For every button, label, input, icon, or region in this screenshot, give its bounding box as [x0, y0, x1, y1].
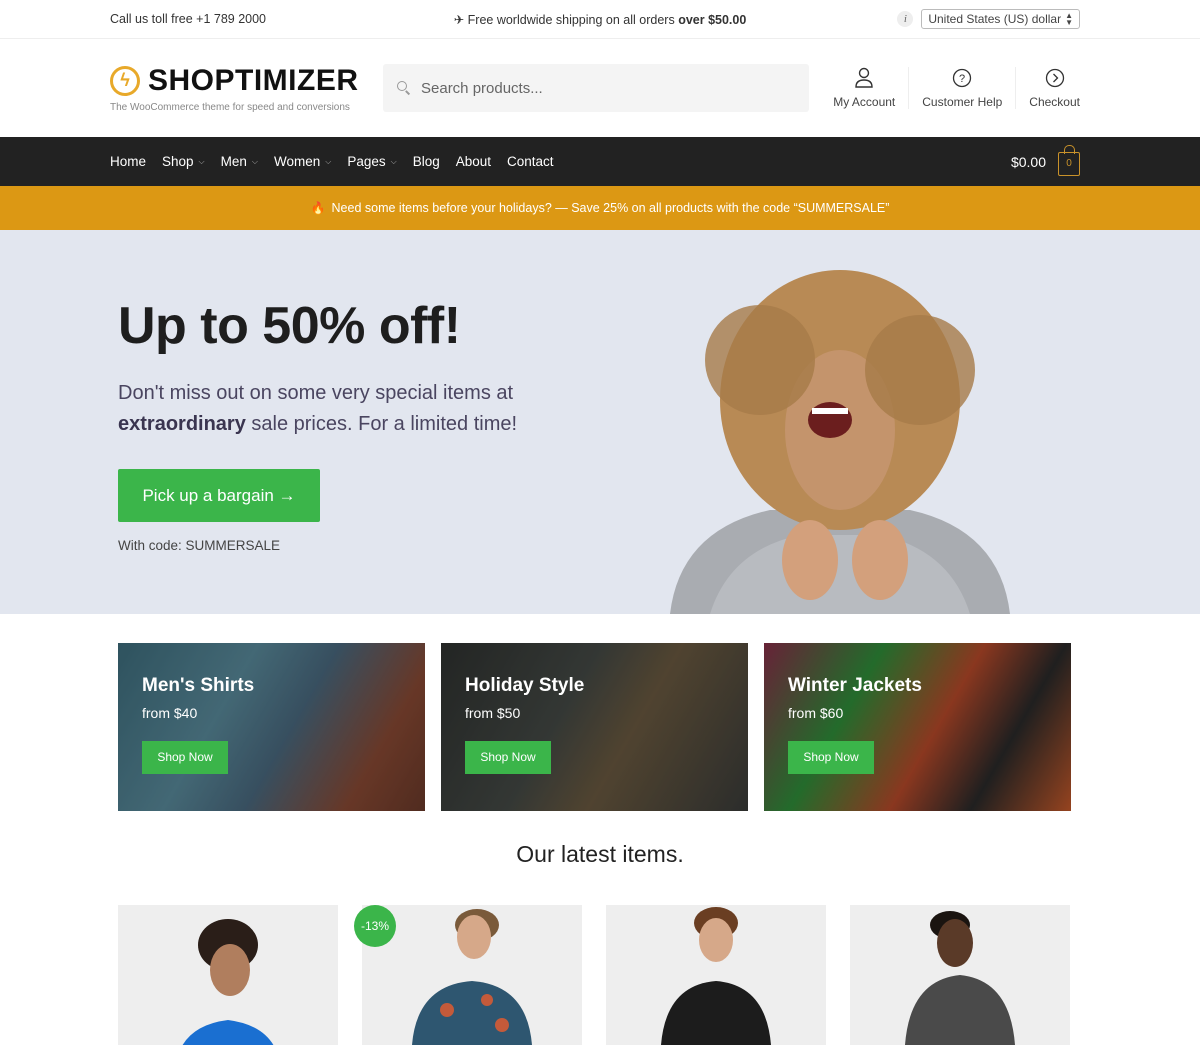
info-icon[interactable]: i	[897, 11, 914, 27]
category-price: from $50	[465, 705, 521, 721]
nav-item-women[interactable]: Women ⌵	[274, 154, 331, 169]
chevron-down-icon: ⌵	[251, 156, 258, 166]
logo-text: SHOPTIMIZER	[148, 63, 359, 97]
customer-help-label: Customer Help	[922, 95, 1003, 109]
cart-total: $0.00	[1010, 153, 1046, 170]
nav-item-contact[interactable]: Contact	[507, 154, 554, 169]
phone-text: Call us toll free +1 789 2000	[110, 12, 267, 26]
category-card-mens-shirts[interactable]: Men's Shirts from $40 Shop Now	[118, 643, 425, 811]
product-card[interactable]	[118, 905, 338, 1045]
promo-banner: 🔥 Need some items before your holidays? …	[0, 186, 1200, 230]
nav-label: Pages	[347, 154, 386, 169]
category-price: from $40	[142, 705, 198, 721]
nav-label: Contact	[507, 154, 554, 169]
lightning-bolt-icon: ϟ	[110, 65, 140, 96]
hero-code-text: With code: SUMMERSALE	[118, 538, 281, 553]
shipping-threshold: over $50.00	[678, 12, 747, 27]
nav-item-blog[interactable]: Blog	[413, 154, 440, 169]
shopping-bag-icon: 0	[1058, 144, 1080, 176]
nav-label: Home	[110, 154, 147, 169]
chevron-down-icon: ⌵	[390, 156, 397, 166]
product-grid: -13%	[0, 868, 1200, 1045]
category-banners: Men's Shirts from $40 Shop Now Holiday S…	[0, 614, 1200, 841]
pick-up-bargain-button[interactable]: Pick up a bargain →	[118, 469, 320, 522]
svg-text:?: ?	[959, 73, 965, 85]
product-image	[412, 909, 532, 1045]
nav-label: Men	[220, 154, 247, 169]
hero-title: Up to 50% off!	[118, 297, 461, 355]
nav-item-pages[interactable]: Pages ⌵	[347, 154, 396, 169]
help-circle-icon: ?	[951, 67, 973, 89]
checkout-link[interactable]: Checkout	[1015, 67, 1080, 109]
nav-item-about[interactable]: About	[456, 154, 491, 169]
hero-text-line1: Don't miss out on some very special item…	[118, 382, 514, 404]
nav-item-men[interactable]: Men ⌵	[221, 154, 258, 169]
checkout-label: Checkout	[1029, 95, 1080, 109]
product-image	[905, 911, 1015, 1045]
hero-text-line2: sale prices. For a limited time!	[245, 413, 518, 435]
chevron-down-icon: ⌵	[325, 156, 332, 166]
select-arrows-icon: ▲ ▼	[1065, 11, 1073, 27]
my-account-label: My Account	[833, 95, 896, 109]
category-price: from $60	[788, 705, 844, 721]
fire-icon: 🔥	[310, 201, 326, 215]
search-icon	[397, 81, 411, 95]
promo-text: Need some items before your holidays? — …	[331, 201, 890, 215]
category-title: Holiday Style	[465, 675, 585, 696]
search-bar	[383, 64, 809, 112]
category-title: Men's Shirts	[142, 675, 255, 696]
chevron-down-icon: ⌵	[198, 156, 205, 166]
cart-button[interactable]: $0.00 0	[1010, 144, 1080, 176]
product-card[interactable]	[850, 905, 1070, 1045]
currency-value: United States (US) dollar	[928, 12, 1062, 26]
search-input[interactable]	[421, 79, 781, 97]
hero-text-bold: extraordinary	[118, 413, 246, 435]
top-bar: Call us toll free +1 789 2000 ✈ Free wor…	[0, 0, 1200, 39]
nav-label: Shop	[162, 154, 194, 169]
hero-image	[670, 270, 1010, 614]
hero-section: Up to 50% off! Don't miss out on some ve…	[0, 230, 1200, 614]
shop-now-button[interactable]: Shop Now	[788, 741, 874, 774]
site-header: ϟ SHOPTIMIZER The WooCommerce theme for …	[0, 39, 1200, 137]
category-title: Winter Jackets	[788, 675, 922, 696]
latest-items-heading: Our latest items.	[516, 841, 684, 867]
category-card-holiday-style[interactable]: Holiday Style from $50 Shop Now	[441, 643, 748, 811]
shop-now-button[interactable]: Shop Now	[142, 741, 228, 774]
user-icon	[853, 67, 875, 89]
nav-label: Women	[273, 154, 321, 169]
nav-item-home[interactable]: Home	[110, 154, 146, 169]
tagline: The WooCommerce theme for speed and conv…	[110, 101, 350, 113]
currency-select[interactable]: United States (US) dollar ▲ ▼	[921, 9, 1080, 29]
customer-help-link[interactable]: ? Customer Help	[908, 67, 1015, 109]
main-navigation: Home Shop ⌵ Men ⌵ Women ⌵ Pages ⌵ Blog About…	[0, 137, 1200, 186]
nav-label: Blog	[412, 154, 440, 169]
nav-item-shop[interactable]: Shop ⌵	[162, 154, 205, 169]
product-image	[661, 907, 771, 1045]
sale-badge: -13%	[354, 905, 396, 947]
chevron-right-circle-icon	[1044, 67, 1066, 89]
logo[interactable]: ϟ SHOPTIMIZER The WooCommerce theme for …	[110, 64, 383, 113]
category-card-winter-jackets[interactable]: Winter Jackets from $60 Shop Now	[764, 643, 1071, 811]
product-card[interactable]	[606, 905, 826, 1045]
cart-count: 0	[1066, 158, 1072, 169]
my-account-link[interactable]: My Account	[820, 67, 908, 109]
nav-label: About	[455, 154, 491, 169]
shop-now-button[interactable]: Shop Now	[465, 741, 551, 774]
hero-description: Don't miss out on some very special item…	[118, 378, 518, 440]
shipping-text: ✈ Free worldwide shipping on all orders	[453, 12, 679, 27]
product-image	[182, 919, 274, 1045]
